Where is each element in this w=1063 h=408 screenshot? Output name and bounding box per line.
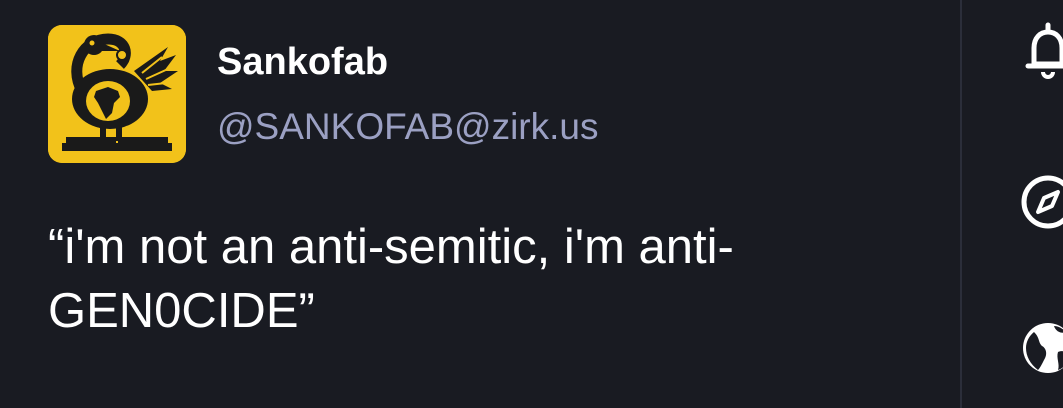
status-content: “i'm not an anti-semitic, i'm anti-GEN0C… bbox=[48, 220, 734, 338]
avatar[interactable] bbox=[48, 25, 186, 163]
sankofa-bird-logo bbox=[48, 25, 186, 163]
compass-icon[interactable] bbox=[1018, 172, 1063, 232]
globe-icon[interactable] bbox=[1018, 318, 1063, 378]
author-handle[interactable]: @SANKOFAB@zirk.us bbox=[217, 103, 598, 151]
bell-icon[interactable] bbox=[1018, 20, 1063, 80]
status-post: Sankofab @SANKOFAB@zirk.us “i'm not an a… bbox=[0, 0, 960, 408]
author-display-name[interactable]: Sankofab bbox=[217, 38, 388, 86]
side-navigation bbox=[962, 0, 1063, 408]
